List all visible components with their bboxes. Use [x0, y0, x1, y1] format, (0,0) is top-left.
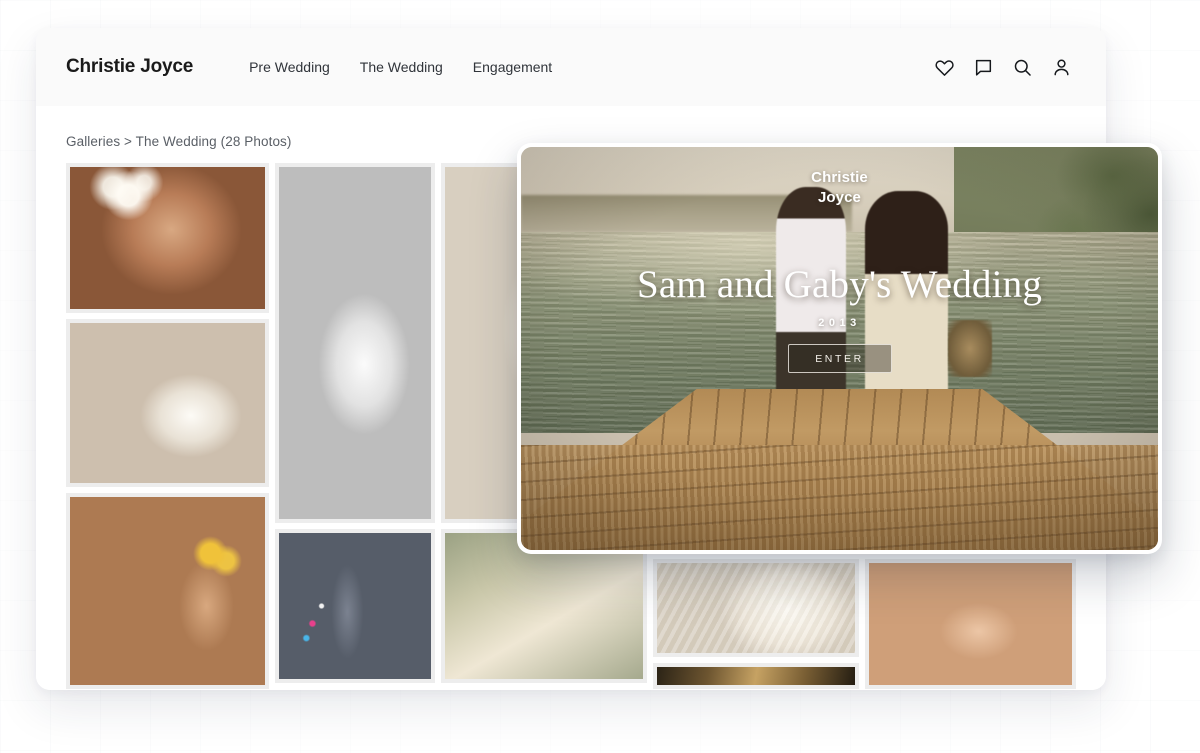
- gallery-photo-red-dress-bouquet[interactable]: [66, 319, 269, 487]
- splash-year: 2013: [818, 317, 860, 329]
- photo-thumbnail: [70, 497, 265, 685]
- gallery-photo-confetti-on-stairs[interactable]: [275, 529, 435, 683]
- splash-screen-overlay-card: Christie Joyce Sam and Gaby's Wedding 20…: [517, 143, 1162, 554]
- gallery-photo-bride-in-vintage-car[interactable]: [66, 493, 269, 689]
- gallery-column: [275, 163, 435, 683]
- search-icon[interactable]: [1012, 57, 1033, 78]
- splash-brand-line-2: Joyce: [811, 188, 868, 208]
- gallery-photo-bridal-makeup-portrait[interactable]: [865, 559, 1076, 689]
- splash-text-content: Christie Joyce Sam and Gaby's Wedding 20…: [521, 147, 1158, 550]
- site-brand-logo[interactable]: Christie Joyce: [66, 56, 193, 78]
- nav-item-engagement[interactable]: Engagement: [473, 59, 552, 75]
- splash-brand-line-1: Christie: [811, 168, 868, 188]
- photo-thumbnail: [657, 667, 855, 685]
- photo-thumbnail: [279, 167, 431, 519]
- gallery-photo-bride-flower-crown-portrait[interactable]: [66, 163, 269, 313]
- splash-brand-logo[interactable]: Christie Joyce: [811, 168, 868, 208]
- user-icon[interactable]: [1051, 57, 1072, 78]
- nav-item-pre-wedding[interactable]: Pre Wedding: [249, 59, 330, 75]
- photo-thumbnail: [445, 533, 643, 679]
- gallery-photo-gold-band-detail[interactable]: [653, 663, 859, 689]
- header-action-icons: [934, 57, 1072, 78]
- splash-title: Sam and Gaby's Wedding: [637, 266, 1042, 304]
- photo-thumbnail: [70, 167, 265, 309]
- main-navigation: Pre Wedding The Wedding Engagement: [249, 59, 552, 75]
- enter-button[interactable]: ENTER: [788, 344, 892, 373]
- site-header: Christie Joyce Pre Wedding The Wedding E…: [36, 28, 1106, 106]
- photo-thumbnail: [869, 563, 1072, 685]
- photo-thumbnail: [70, 323, 265, 483]
- nav-item-the-wedding[interactable]: The Wedding: [360, 59, 443, 75]
- gallery-column: [66, 163, 269, 683]
- gallery-photo-black-and-white-bride-bouquet[interactable]: [275, 163, 435, 523]
- heart-icon[interactable]: [934, 57, 955, 78]
- gallery-photo-lace-wedding-dress-detail[interactable]: [653, 559, 859, 657]
- photo-thumbnail: [657, 563, 855, 653]
- photo-thumbnail: [279, 533, 431, 679]
- comment-icon[interactable]: [973, 57, 994, 78]
- splash-hero-image: Christie Joyce Sam and Gaby's Wedding 20…: [521, 147, 1158, 550]
